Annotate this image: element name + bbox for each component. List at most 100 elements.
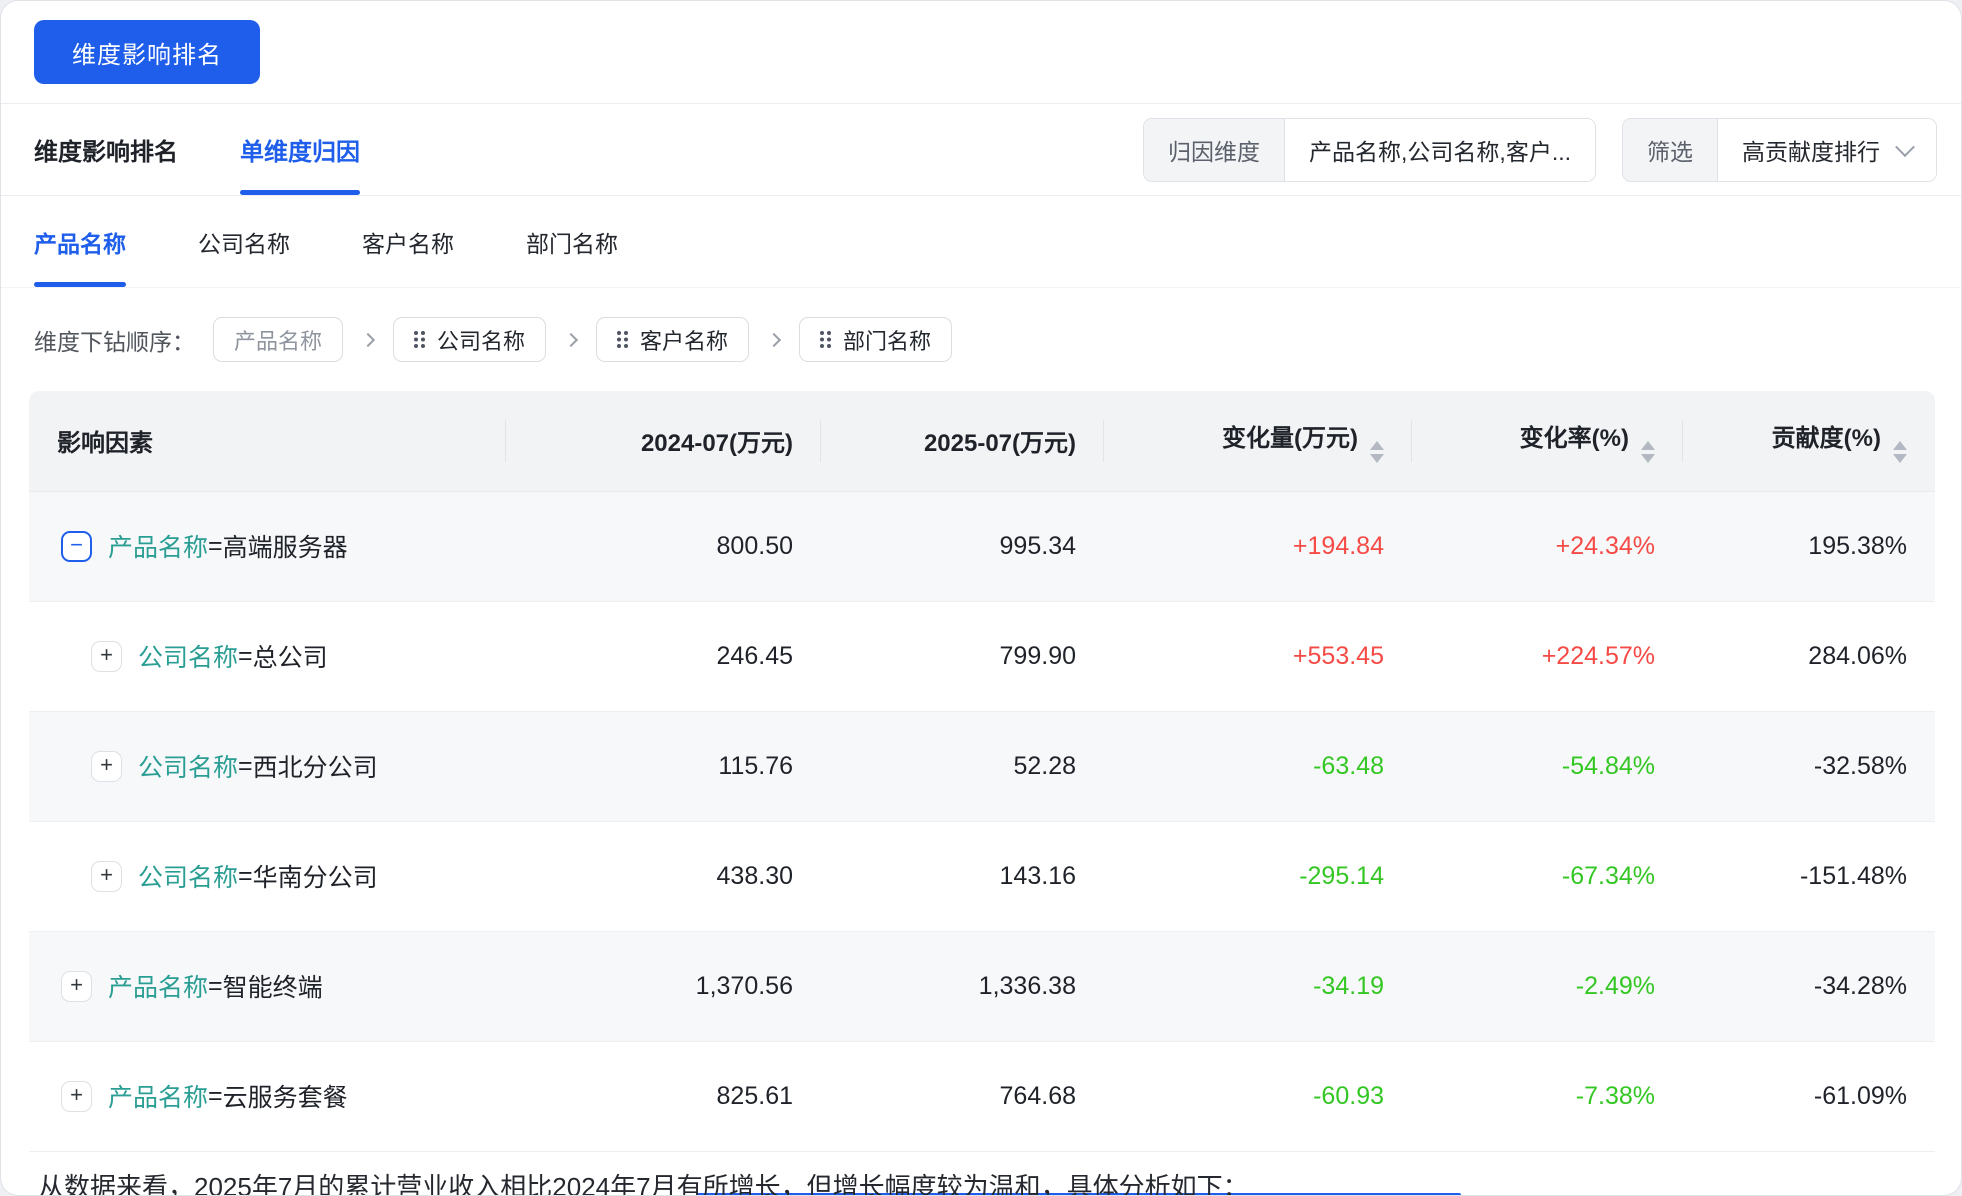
tab-label: 维度影响排名 <box>34 132 178 167</box>
change-amount: -295.14 <box>1104 821 1412 931</box>
dimension-name: 产品名称 <box>108 1078 208 1114</box>
header-controls: 归因维度 产品名称,公司名称,客户... 筛选 高贡献度排行 <box>1143 118 1937 182</box>
drilldown-chip-customer-name[interactable]: 客户名称 <box>596 317 749 362</box>
equals-sign: = <box>238 862 253 891</box>
table-row: + 公司名称=西北分公司 115.76 52.28 -63.48 -54.84%… <box>29 711 1935 821</box>
value-2025: 52.28 <box>821 711 1104 821</box>
drilldown-order-label: 维度下钻顺序： <box>34 323 195 357</box>
column-header-2025-07: 2025-07(万元) <box>821 391 1104 491</box>
table-row: + 产品名称=智能终端 1,370.56 1,336.38 -34.19 -2.… <box>29 931 1935 1041</box>
table-row: + 公司名称=总公司 246.45 799.90 +553.45 +224.57… <box>29 601 1935 711</box>
table-row: − 产品名称=高端服务器 800.50 995.34 +194.84 +24.3… <box>29 491 1935 601</box>
filter-control: 筛选 高贡献度排行 <box>1622 118 1937 182</box>
dimension-value: 智能终端 <box>223 968 323 1004</box>
dimension-tab-customer-name[interactable]: 客户名称 <box>362 196 454 287</box>
expand-icon[interactable]: + <box>91 751 122 782</box>
table-row: + 产品名称=云服务套餐 825.61 764.68 -60.93 -7.38%… <box>29 1041 1935 1151</box>
sort-icon[interactable] <box>1641 441 1655 463</box>
dimension-tab-company-name[interactable]: 公司名称 <box>198 196 290 287</box>
dimension-value: 高端服务器 <box>223 528 348 564</box>
equals-sign: = <box>238 642 253 671</box>
filter-select[interactable]: 高贡献度排行 <box>1718 119 1936 181</box>
attribution-dimension-value[interactable]: 产品名称,公司名称,客户... <box>1285 119 1595 181</box>
chevron-right-icon <box>564 332 578 346</box>
chevron-right-icon <box>361 332 375 346</box>
value-2025: 995.34 <box>821 491 1104 601</box>
value-2024: 825.61 <box>506 1041 821 1151</box>
dimension-name: 公司名称 <box>138 748 238 784</box>
tab-single-dimension-attribution[interactable]: 单维度归因 <box>240 104 360 195</box>
expand-icon[interactable]: + <box>61 1081 92 1112</box>
value-2025: 764.68 <box>821 1041 1104 1151</box>
subtab-label: 部门名称 <box>526 225 618 259</box>
equals-sign: = <box>208 972 223 1001</box>
dimension-name: 产品名称 <box>108 968 208 1004</box>
change-amount: -34.19 <box>1104 931 1412 1041</box>
change-amount: +194.84 <box>1104 491 1412 601</box>
filter-label: 筛选 <box>1623 119 1718 181</box>
dimension-tab-bar: 产品名称 公司名称 客户名称 部门名称 <box>1 196 1961 288</box>
change-rate: -54.84% <box>1412 711 1683 821</box>
chip-label: 部门名称 <box>843 324 931 356</box>
value-2025: 143.16 <box>821 821 1104 931</box>
dimension-value: 华南分公司 <box>253 858 378 894</box>
change-rate: -2.49% <box>1412 931 1683 1041</box>
chip-label: 产品名称 <box>234 324 322 356</box>
subtab-label: 产品名称 <box>34 225 126 259</box>
value-2025: 1,336.38 <box>821 931 1104 1041</box>
attribution-dimension-label: 归因维度 <box>1144 119 1285 181</box>
dimension-tab-product-name[interactable]: 产品名称 <box>34 196 126 287</box>
value-2024: 246.45 <box>506 601 821 711</box>
main-tab-bar: 维度影响排名 单维度归因 归因维度 产品名称,公司名称,客户... 筛选 高贡献… <box>1 104 1961 196</box>
analysis-summary-text: 从数据来看，2025年7月的累计营业收入相比2024年7月有所增长，但增长幅度较… <box>38 1168 1931 1196</box>
value-2024: 438.30 <box>506 821 821 931</box>
expand-icon[interactable]: + <box>91 861 122 892</box>
drilldown-chip-company-name[interactable]: 公司名称 <box>393 317 546 362</box>
value-2024: 1,370.56 <box>506 931 821 1041</box>
change-amount: +553.45 <box>1104 601 1412 711</box>
expand-icon[interactable]: + <box>61 971 92 1002</box>
dimension-tab-department-name[interactable]: 部门名称 <box>526 196 618 287</box>
toolbar: 维度影响排名 <box>1 1 1961 104</box>
chevron-down-icon <box>1895 137 1915 157</box>
value-2025: 799.90 <box>821 601 1104 711</box>
attribution-table: 影响因素 2024-07(万元) 2025-07(万元) 变化量(万元) 变化率… <box>29 391 1933 1152</box>
sort-icon[interactable] <box>1893 441 1907 463</box>
contribution: -32.58% <box>1683 711 1935 821</box>
equals-sign: = <box>208 532 223 561</box>
chevron-right-icon <box>767 332 781 346</box>
column-header-label: 贡献度(%) <box>1772 425 1881 452</box>
drag-handle-icon <box>617 331 628 348</box>
column-header-change-rate[interactable]: 变化率(%) <box>1412 391 1683 491</box>
drilldown-order-bar: 维度下钻顺序： 产品名称 公司名称 客户名称 部门名称 <box>1 288 1961 391</box>
change-rate: -7.38% <box>1412 1041 1683 1151</box>
dimension-name: 公司名称 <box>138 858 238 894</box>
dimension-value: 云服务套餐 <box>223 1078 348 1114</box>
chip-label: 公司名称 <box>437 324 525 356</box>
dimension-value: 西北分公司 <box>253 748 378 784</box>
collapse-icon[interactable]: − <box>61 531 92 562</box>
change-rate: +224.57% <box>1412 601 1683 711</box>
column-header-label: 变化率(%) <box>1520 425 1629 452</box>
analysis-summary: 从数据来看，2025年7月的累计营业收入相比2024年7月有所增长，但增长幅度较… <box>1 1152 1961 1196</box>
column-header-contribution[interactable]: 贡献度(%) <box>1683 391 1935 491</box>
drag-handle-icon <box>820 331 831 348</box>
expand-icon[interactable]: + <box>91 641 122 672</box>
drilldown-chip-department-name[interactable]: 部门名称 <box>799 317 952 362</box>
dimension-impact-ranking-button[interactable]: 维度影响排名 <box>34 20 260 84</box>
column-header-change-amount[interactable]: 变化量(万元) <box>1104 391 1412 491</box>
table-header-row: 影响因素 2024-07(万元) 2025-07(万元) 变化量(万元) 变化率… <box>29 391 1935 491</box>
chip-label: 客户名称 <box>640 324 728 356</box>
change-rate: +24.34% <box>1412 491 1683 601</box>
sort-icon[interactable] <box>1370 441 1384 463</box>
active-subtab-underline <box>34 282 126 287</box>
tab-dimension-impact-ranking[interactable]: 维度影响排名 <box>34 104 178 195</box>
value-2024: 800.50 <box>506 491 821 601</box>
column-header-label: 变化量(万元) <box>1222 425 1358 452</box>
subtab-label: 客户名称 <box>362 225 454 259</box>
attribution-analysis-panel: 维度影响排名 维度影响排名 单维度归因 归因维度 产品名称,公司名称,客户...… <box>0 0 1962 1196</box>
column-header-2024-07: 2024-07(万元) <box>506 391 821 491</box>
equals-sign: = <box>208 1082 223 1111</box>
table-row: + 公司名称=华南分公司 438.30 143.16 -295.14 -67.3… <box>29 821 1935 931</box>
subtab-label: 公司名称 <box>198 225 290 259</box>
